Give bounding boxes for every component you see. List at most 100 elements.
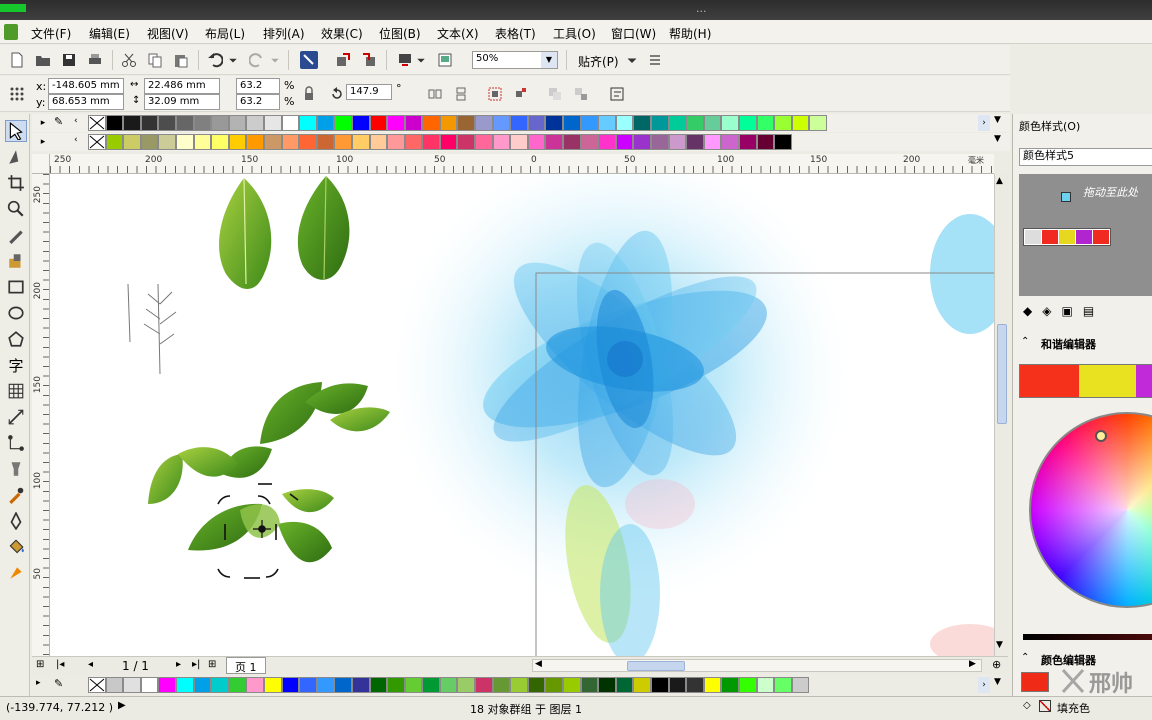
palette-swatch[interactable] xyxy=(158,677,176,693)
welcome-screen-icon[interactable] xyxy=(436,51,454,69)
palette-swatch[interactable] xyxy=(193,115,212,131)
leaf-elements[interactable] xyxy=(127,175,390,563)
palette-swatch[interactable] xyxy=(351,677,370,693)
palette-swatch[interactable] xyxy=(439,115,458,131)
export-icon[interactable] xyxy=(360,51,378,69)
palette-swatch[interactable] xyxy=(140,134,159,150)
palette-swatch[interactable] xyxy=(633,677,651,693)
palette-swatch[interactable] xyxy=(228,677,247,693)
lock-ratio-icon[interactable] xyxy=(300,85,318,103)
smart-fill-icon[interactable] xyxy=(5,250,27,272)
palette-swatch[interactable] xyxy=(105,677,124,693)
text-tool-icon[interactable]: 字 xyxy=(5,354,27,376)
palette-swatch[interactable] xyxy=(738,115,757,131)
palette-swatch[interactable] xyxy=(158,115,176,131)
palette-swatch[interactable] xyxy=(263,677,282,693)
lightness-slider[interactable] xyxy=(1023,634,1152,640)
eyedropper-icon[interactable]: ✎ xyxy=(54,115,70,131)
menu-file[interactable]: 文件(F) xyxy=(31,25,71,42)
align-distribute-icon[interactable] xyxy=(608,85,626,103)
add-page-before-icon[interactable]: ⊞ xyxy=(36,659,44,670)
palette-swatch[interactable] xyxy=(791,677,810,693)
palette-swatch[interactable] xyxy=(158,134,176,150)
palette-swatch[interactable] xyxy=(140,677,159,693)
palette-swatch[interactable] xyxy=(123,115,141,131)
break-apart-icon[interactable] xyxy=(572,85,590,103)
no-color-swatch[interactable] xyxy=(88,134,106,150)
palette-swatch[interactable] xyxy=(246,115,264,131)
palette-swatch[interactable] xyxy=(439,677,458,693)
harmony-group[interactable] xyxy=(1023,228,1111,246)
palette-swatch[interactable] xyxy=(598,677,616,693)
menu-table[interactable]: 表格(T) xyxy=(495,25,536,42)
menu-help[interactable]: 帮助(H) xyxy=(669,25,711,42)
snap-to-menu[interactable]: 贴齐(P) xyxy=(578,53,619,70)
palette-swatch[interactable] xyxy=(193,677,212,693)
palette-swatch[interactable] xyxy=(316,677,335,693)
zoom-level-select[interactable]: 50% ▼ xyxy=(472,51,558,69)
palette-swatch[interactable] xyxy=(123,134,141,150)
interactive-fill-icon[interactable] xyxy=(5,562,27,584)
palette-swatch[interactable] xyxy=(123,677,141,693)
table-tool-icon[interactable] xyxy=(5,380,27,402)
collapse-chevron-icon[interactable]: ⌃ xyxy=(1021,336,1029,347)
scroll-right-icon[interactable]: › xyxy=(978,677,990,693)
wheel-handle[interactable] xyxy=(1095,430,1107,442)
palette-swatch[interactable] xyxy=(457,677,476,693)
import-style-icon[interactable]: ▣ xyxy=(1061,304,1072,324)
add-page-after-icon[interactable]: ⊞ xyxy=(208,659,216,670)
import-icon[interactable] xyxy=(334,51,352,69)
palette-swatch[interactable] xyxy=(668,115,687,131)
fill-tool-icon[interactable] xyxy=(5,536,27,558)
palette-swatch[interactable] xyxy=(299,134,317,150)
freehand-tool-icon[interactable] xyxy=(5,224,27,246)
palette-swatch[interactable] xyxy=(703,677,722,693)
palette-swatch[interactable] xyxy=(281,134,300,150)
group-icon[interactable] xyxy=(486,85,504,103)
palette-swatch[interactable] xyxy=(615,134,634,150)
palette-swatch[interactable] xyxy=(211,677,229,693)
palette-expand-icon[interactable]: ▼ xyxy=(994,115,1001,125)
palette-swatch[interactable] xyxy=(615,115,634,131)
width-field[interactable]: 22.486 mm xyxy=(144,78,220,94)
eyedropper-icon[interactable]: ✎ xyxy=(54,677,63,690)
horizontal-scroll-thumb[interactable] xyxy=(627,661,685,671)
menu-tools[interactable]: 工具(O) xyxy=(553,25,596,42)
palette-swatch[interactable] xyxy=(228,134,247,150)
palette-swatch[interactable] xyxy=(527,134,546,150)
object-origin-icon[interactable] xyxy=(8,85,26,103)
palette-swatch[interactable] xyxy=(580,134,599,150)
palette-swatch[interactable] xyxy=(263,134,282,150)
palette-swatch[interactable] xyxy=(299,677,317,693)
dimension-tool-icon[interactable] xyxy=(5,406,27,428)
combine-icon[interactable] xyxy=(546,85,564,103)
palette-swatch[interactable] xyxy=(281,115,300,131)
palette-swatch[interactable] xyxy=(422,115,440,131)
palette-swatch[interactable] xyxy=(369,677,388,693)
palette-swatch[interactable] xyxy=(721,677,739,693)
palette-swatch[interactable] xyxy=(668,677,687,693)
palette-swatch[interactable] xyxy=(334,115,352,131)
palette-swatch[interactable] xyxy=(492,677,511,693)
palette-swatch[interactable] xyxy=(193,134,212,150)
palette-swatch[interactable] xyxy=(299,115,317,131)
menu-text[interactable]: 文本(X) xyxy=(437,25,479,42)
palette-swatch[interactable] xyxy=(351,115,370,131)
launcher-dropdown-icon[interactable] xyxy=(416,51,426,69)
palette-swatch[interactable] xyxy=(475,677,493,693)
vertical-scroll-thumb[interactable] xyxy=(997,324,1007,424)
fill-icon[interactable]: ◇ xyxy=(1023,700,1031,711)
palette-swatch[interactable] xyxy=(404,677,423,693)
palette-swatch[interactable] xyxy=(334,134,352,150)
x-position-field[interactable]: -148.605 mm xyxy=(48,78,124,94)
harmony-color-bar[interactable] xyxy=(1019,364,1152,398)
palette-swatch[interactable] xyxy=(175,134,194,150)
color-wheel-container[interactable] xyxy=(1019,410,1152,616)
palette-swatch[interactable] xyxy=(404,115,423,131)
palette-swatch[interactable] xyxy=(281,677,300,693)
palette-swatch[interactable] xyxy=(703,115,722,131)
palette-expand-icon[interactable]: ▼ xyxy=(994,134,1001,144)
blend-tool-icon[interactable] xyxy=(5,458,27,480)
palette-swatch[interactable] xyxy=(439,134,458,150)
menu-effects[interactable]: 效果(C) xyxy=(321,25,363,42)
